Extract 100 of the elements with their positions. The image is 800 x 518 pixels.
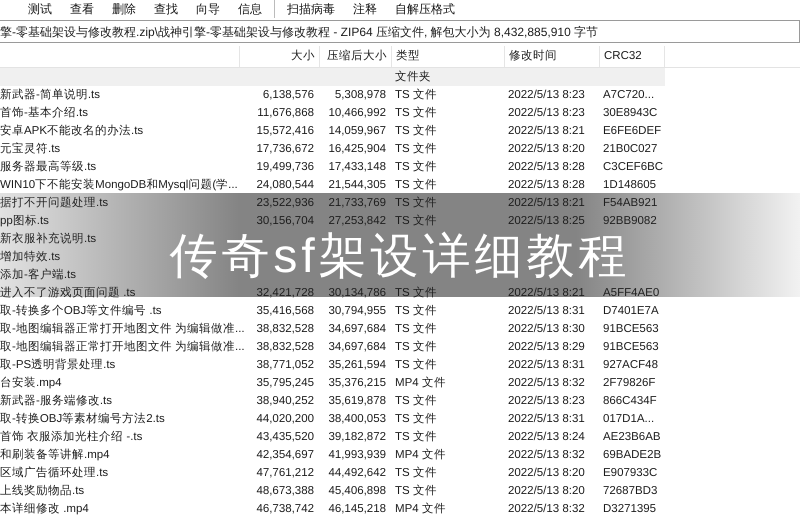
toolbar-button[interactable]: 测试 [19,0,61,18]
file-type: TS 文件 [395,107,437,119]
modified-time: 2022/5/13 8:29 [508,341,585,353]
toolbar-button[interactable]: 扫描病毒 [278,0,344,18]
file-type: TS 文件 [395,485,437,497]
file-type: 文件夹 [395,71,431,83]
file-name: 取-转换多个OBJ等文件编号 .ts [0,305,162,317]
packed-size: 27,253,842 [328,215,386,227]
file-name: 增加特效.ts [0,251,60,263]
file-name: 取-地图编辑器正常打开地图文件 为编辑做准... [0,323,245,335]
packed-size: 10,466,992 [328,107,386,119]
crc-value: C3CEF6BC [603,161,664,173]
file-name: 上线奖励物品.ts [0,485,84,497]
modified-time: 2022/5/13 8:21 [508,287,585,299]
file-type: TS 文件 [395,143,437,155]
file-size: 38,832,528 [256,341,314,353]
file-name: 首饰 衣服添加光柱介绍 -.ts [0,431,142,443]
toolbar-button[interactable]: 向导 [187,0,229,18]
toolbar-button[interactable]: 查找 [145,0,187,18]
file-name: 本详细修改 .mp4 [0,503,89,515]
crc-value: 017D1A... [603,413,654,425]
file-size: 24,080,544 [256,179,314,191]
file-type: MP4 文件 [395,449,446,461]
file-size: 38,940,252 [256,395,314,407]
file-name: 据打不开问题处理.ts [0,197,108,209]
file-size: 23,522,936 [256,197,314,209]
file-type: TS 文件 [395,323,437,335]
file-type: TS 文件 [395,413,437,425]
modified-time: 2022/5/13 8:23 [508,107,585,119]
modified-time: 2022/5/13 8:28 [508,179,585,191]
file-size: 11,676,868 [257,107,314,119]
file-size: 30,156,704 [256,215,314,227]
column-header[interactable]: 类型 [392,46,505,67]
file-name: 新武器-服务端修改.ts [0,395,112,407]
file-name: 新衣服补充说明.ts [0,233,96,245]
column-header[interactable]: 修改时间 [505,46,600,67]
toolbar-button[interactable]: 查看 [61,0,103,18]
file-size: 17,736,672 [256,143,314,155]
crc-value: 91BCE563 [603,341,659,353]
file-name: 添加-客户端.ts [0,269,76,281]
modified-time: 2022/5/13 8:21 [508,197,585,209]
file-name: 台安装.mp4 [0,377,62,389]
file-size: 6,138,576 [262,89,314,101]
file-type: TS 文件 [395,359,437,371]
crc-value: D7401E7A [603,305,659,317]
packed-size: 46,145,218 [328,503,386,515]
packed-size: 5,308,978 [334,89,386,101]
file-type: TS 文件 [395,431,437,443]
packed-size: 17,433,148 [328,161,386,173]
file-type: TS 文件 [395,395,437,407]
file-type: MP4 文件 [395,377,446,389]
file-name: 安卓APK不能改名的办法.ts [0,125,144,137]
toolbar-button[interactable]: 注释 [344,0,386,18]
toolbar-button[interactable]: 自解压格式 [386,0,464,18]
modified-time: 2022/5/13 8:21 [508,125,585,137]
modified-time: 2022/5/13 8:24 [508,431,585,443]
file-type: TS 文件 [395,467,437,479]
packed-size: 14,059,967 [328,125,386,137]
packed-size: 34,697,684 [328,323,386,335]
file-size: 42,354,697 [256,449,314,461]
modified-time: 2022/5/13 8:31 [508,305,585,317]
packed-size: 39,182,872 [328,431,386,443]
crc-value: 30E8943C [603,107,658,119]
file-name: 区域广告循环处理.ts [0,467,108,479]
modified-time: 2022/5/13 8:23 [508,395,585,407]
file-size: 15,572,416 [256,125,314,137]
modified-time: 2022/5/13 8:20 [508,485,585,497]
crc-value: 92BB9082 [603,215,657,227]
modified-time: 2022/5/13 8:31 [508,359,585,371]
toolbar-button[interactable]: 信息 [229,0,271,18]
folder-row[interactable]: 文件夹 [0,68,665,86]
crc-value: A5FF4AE0 [603,287,660,299]
file-type: TS 文件 [395,179,437,191]
file-type: TS 文件 [395,89,437,101]
crc-value: 2F79826F [603,377,656,389]
crc-value: A7C720... [603,89,654,101]
modified-time: 2022/5/13 8:28 [508,161,585,173]
modified-time: 2022/5/13 8:32 [508,449,585,461]
modified-time: 2022/5/13 8:30 [508,323,585,335]
crc-value: F54AB921 [603,197,658,209]
modified-time: 2022/5/13 8:20 [508,467,585,479]
file-size: 38,771,052 [256,359,314,371]
file-type: TS 文件 [395,305,437,317]
toolbar-button[interactable]: 删除 [103,0,145,18]
packed-size: 30,134,786 [328,287,386,299]
column-header[interactable]: 压缩后大小 [320,46,392,67]
column-header[interactable]: CRC32 [600,46,665,67]
crc-value: D3271395 [603,503,656,515]
file-size: 35,416,568 [256,305,314,317]
column-header[interactable]: 大小 [240,46,320,67]
file-name: 取-PS透明背景处理.ts [0,359,116,371]
crc-value: 21B0C027 [603,143,658,155]
crc-value: 927ACF48 [603,359,658,371]
banner-title: 传奇sf架设详细教程 [169,233,631,281]
file-size: 48,673,388 [256,485,314,497]
packed-size: 41,993,939 [328,449,386,461]
file-type: MP4 文件 [395,503,446,515]
file-name: 取-转换OBJ等素材编号方法2.ts [0,413,165,425]
packed-size: 16,425,904 [328,143,386,155]
file-name: 元宝灵符.ts [0,143,60,155]
